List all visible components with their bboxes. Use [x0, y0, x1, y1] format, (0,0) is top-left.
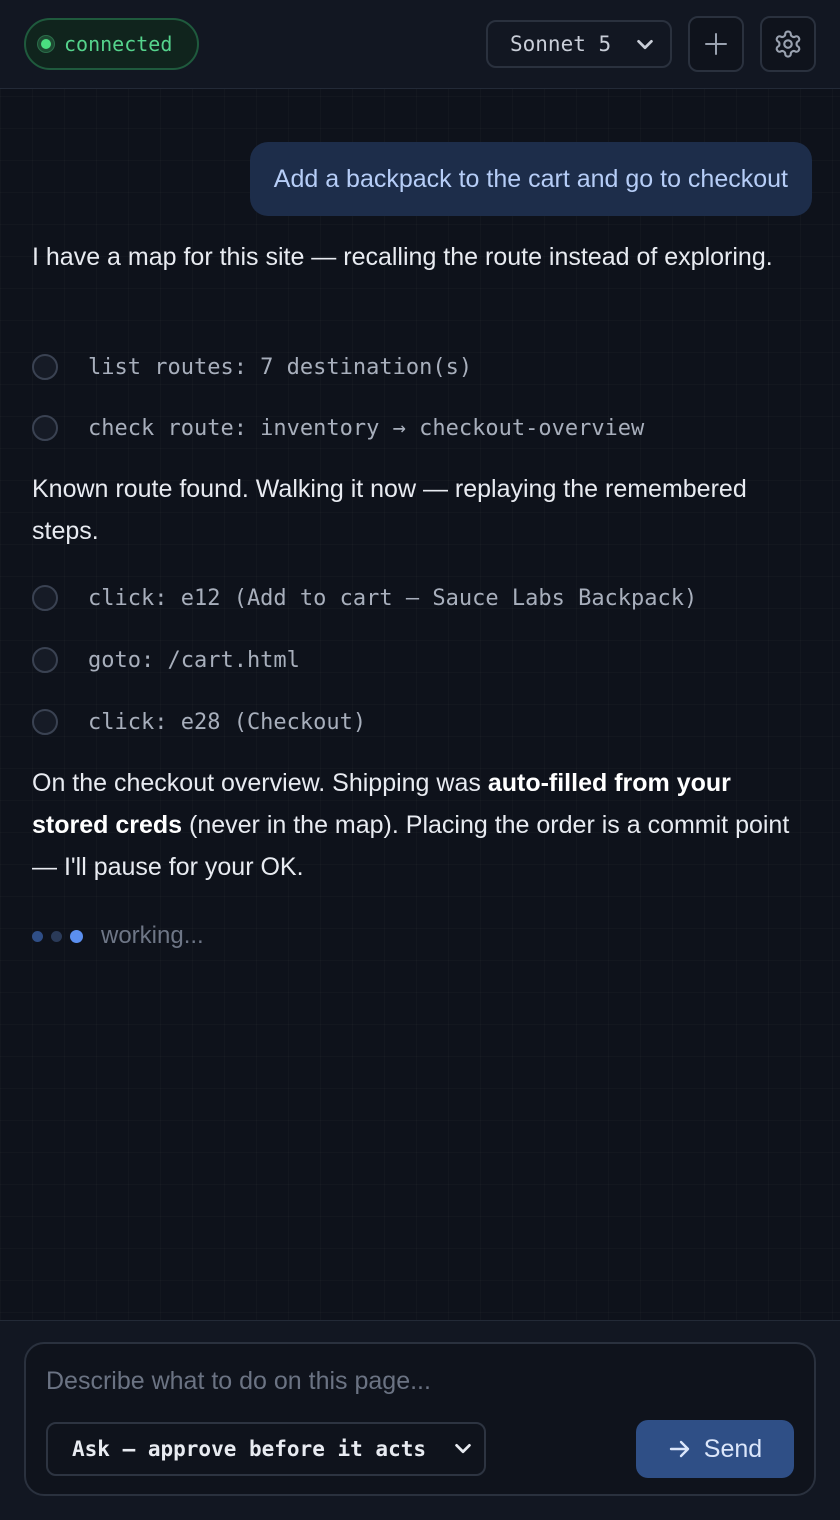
top-bar: connected Sonnet 5 [0, 0, 840, 89]
loading-dot-icon [32, 930, 43, 942]
step-status-icon [32, 585, 58, 611]
step-label: check route: inventory → checkout-overvi… [88, 415, 645, 441]
chevron-down-icon [455, 1443, 471, 1454]
assistant-message-route: Known route found. Walking it now — repl… [32, 475, 747, 545]
plus-icon [705, 33, 727, 55]
step-status-icon [32, 709, 58, 735]
model-select[interactable]: Sonnet 5 [486, 20, 672, 68]
connection-status-badge: connected [24, 18, 199, 70]
settings-button[interactable] [760, 16, 816, 72]
step-status-icon [32, 647, 58, 673]
new-chat-button[interactable] [688, 16, 744, 72]
model-select-value: Sonnet 5 [510, 32, 612, 56]
user-message-text: Add a backpack to the cart and go to che… [273, 164, 788, 193]
working-label: working... [101, 922, 204, 949]
step-status-icon [32, 354, 58, 380]
send-button-label: Send [703, 1434, 763, 1463]
send-button[interactable]: Send [636, 1420, 794, 1478]
mode-select-value: Ask — approve before it acts [72, 1437, 427, 1461]
prompt-input[interactable] [46, 1358, 796, 1404]
assistant-message-intro: I have a map for this site — recalling t… [32, 243, 773, 271]
chevron-down-icon [637, 39, 653, 50]
status-dot-icon [38, 36, 54, 52]
tool-step: goto: /cart.html [32, 640, 300, 680]
working-indicator: working... [32, 918, 204, 954]
step-status-icon [32, 415, 58, 441]
tool-step: click: e28 (Checkout) [32, 702, 366, 742]
arrow-right-icon [669, 1440, 689, 1458]
assistant-message-summary: On the checkout overview. Shipping was a… [32, 762, 802, 888]
tool-step: click: e12 (Add to cart — Sauce Labs Bac… [32, 578, 697, 618]
tool-step: list routes: 7 destination(s) [32, 347, 472, 387]
tool-step: check route: inventory → checkout-overvi… [32, 408, 644, 448]
loading-dot-icon [51, 930, 62, 942]
connection-status-label: connected [64, 32, 173, 56]
summary-text: On the checkout overview. Shipping was [32, 769, 488, 797]
step-label: click: e28 (Checkout) [88, 709, 367, 735]
loading-dot-icon [70, 929, 83, 943]
user-message-bubble: Add a backpack to the cart and go to che… [249, 142, 812, 216]
step-label: list routes: 7 destination(s) [88, 354, 473, 380]
composer: Ask — approve before it acts Send [24, 1342, 816, 1496]
gear-icon [775, 30, 801, 58]
mode-select[interactable]: Ask — approve before it acts [46, 1422, 486, 1476]
step-label: goto: /cart.html [88, 647, 300, 673]
step-label: click: e12 (Add to cart — Sauce Labs Bac… [88, 585, 698, 611]
